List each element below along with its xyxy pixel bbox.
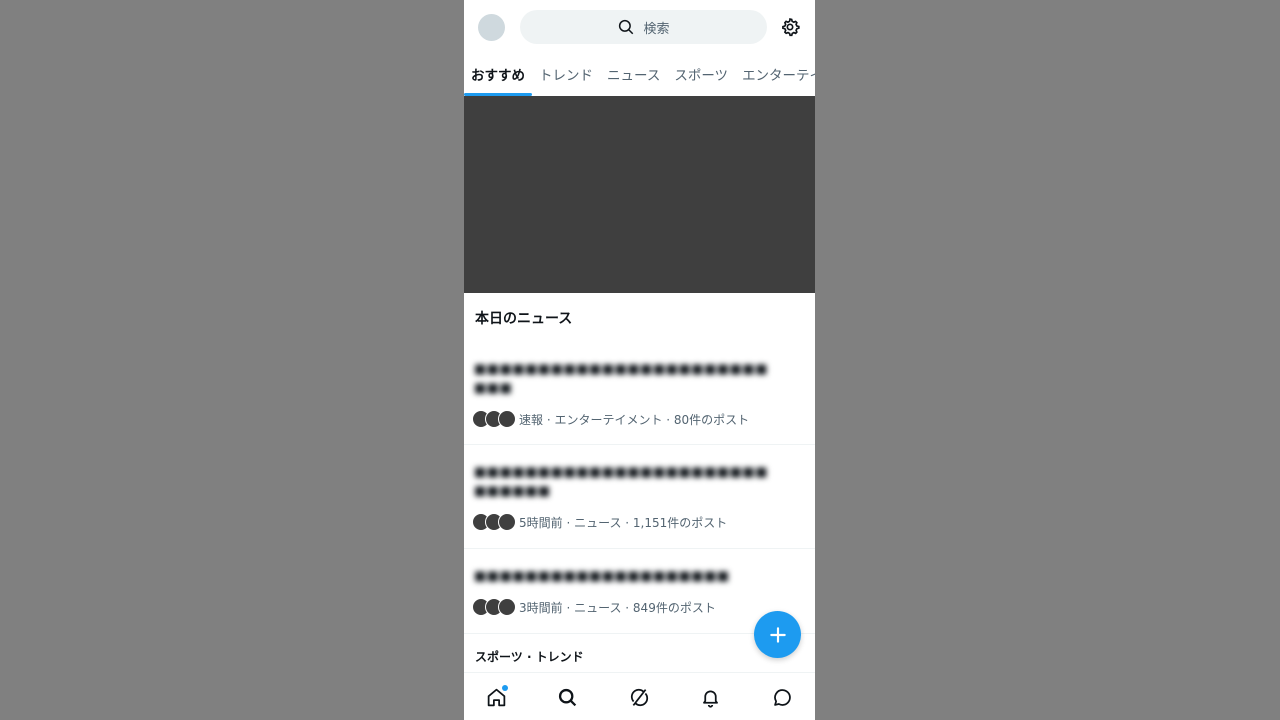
news-meta-text: 速報 · エンターテイメント · 80件のポスト xyxy=(519,412,750,427)
avatar-stack xyxy=(472,410,516,428)
gear-icon[interactable] xyxy=(780,17,800,37)
news-meta: 3時間前 · ニュース · 849件のポスト xyxy=(472,598,716,616)
news-item[interactable]: ■■■■■■■■■■■■■■■■■■■■■■■ ■■■■■■ 5時間前 · ニュ… xyxy=(464,445,815,549)
news-meta-text: 5時間前 · ニュース · 1,151件のポスト xyxy=(519,515,728,530)
tab-entertainment[interactable]: エンターテイ xyxy=(735,56,815,96)
search-placeholder: 検索 xyxy=(643,21,670,37)
news-headline: ■■■■■■■■■■■■■■■■■■■■■■■ ■■■■■■ xyxy=(474,465,769,499)
search-input[interactable]: 検索 xyxy=(520,10,767,44)
top-header: 検索 xyxy=(464,0,815,56)
bottom-nav xyxy=(464,672,815,720)
tab-trends[interactable]: トレンド xyxy=(532,56,600,96)
sports-trend-label: スポーツ · トレンド xyxy=(475,650,584,664)
avatar-stack xyxy=(472,598,516,616)
news-meta: 5時間前 · ニュース · 1,151件のポスト xyxy=(472,513,727,531)
section-title: 本日のニュース xyxy=(475,311,573,327)
tab-sports[interactable]: スポーツ xyxy=(667,56,735,96)
bell-icon[interactable] xyxy=(700,687,721,708)
compose-button[interactable] xyxy=(754,611,801,658)
explore-tabs: おすすめ トレンド ニュース スポーツ エンターテイ xyxy=(464,56,815,97)
search-icon[interactable] xyxy=(557,687,578,708)
search-icon xyxy=(619,19,634,35)
news-headline: ■■■■■■■■■■■■■■■■■■■■ xyxy=(474,569,730,584)
news-meta: 速報 · エンターテイメント · 80件のポスト xyxy=(472,410,749,428)
tab-recommended[interactable]: おすすめ xyxy=(464,56,532,96)
tab-news[interactable]: ニュース xyxy=(600,56,667,96)
news-headline: ■■■■■■■■■■■■■■■■■■■■■■■ ■■■ xyxy=(474,362,769,396)
news-meta-text: 3時間前 · ニュース · 849件のポスト xyxy=(519,600,716,615)
home-notification-dot xyxy=(502,685,508,691)
grok-icon[interactable] xyxy=(629,687,650,708)
avatar[interactable] xyxy=(478,14,505,41)
message-icon[interactable] xyxy=(772,687,793,708)
hero-image[interactable] xyxy=(464,96,815,293)
avatar-stack xyxy=(472,513,516,531)
phone-screen: 検索 おすすめ トレンド ニュース スポーツ エンターテイ 本日のニュース ■■■■■■… xyxy=(464,0,815,720)
news-item[interactable]: ■■■■■■■■■■■■■■■■■■■■■■■ ■■■ 速報 · エンターテイメ… xyxy=(464,348,815,445)
plus-icon xyxy=(769,626,786,643)
